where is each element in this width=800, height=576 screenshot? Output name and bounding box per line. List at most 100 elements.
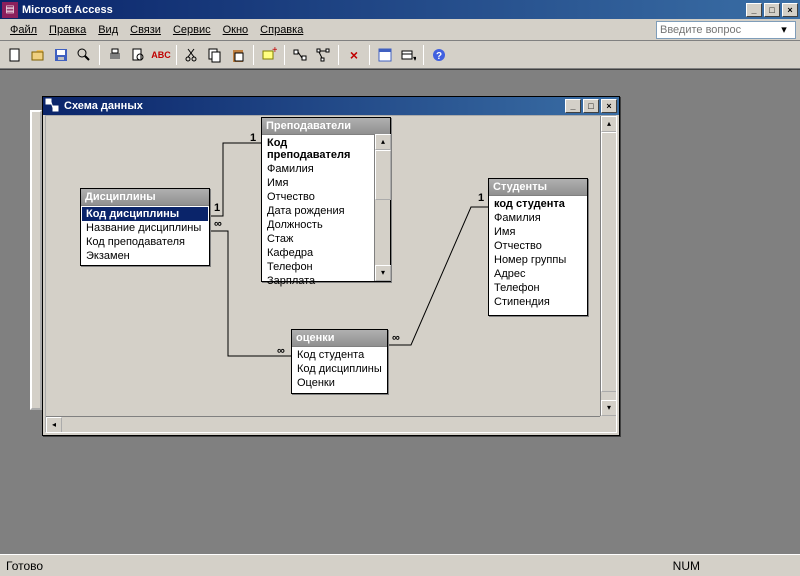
field-item[interactable]: Дата рождения (263, 204, 373, 218)
background-window[interactable] (30, 110, 42, 410)
open-button[interactable] (27, 44, 49, 66)
vertical-scrollbar[interactable]: ▴ ▾ (600, 116, 616, 416)
statusbar: Готово NUM (0, 554, 800, 576)
rel-many-label: ∞ (277, 345, 285, 357)
question-input[interactable] (657, 24, 777, 36)
horizontal-scrollbar[interactable]: ◂ ▸ (46, 416, 600, 432)
field-item[interactable]: Отчество (263, 190, 373, 204)
scroll-up-icon[interactable]: ▴ (375, 134, 391, 150)
db-window-button[interactable] (374, 44, 396, 66)
field-item[interactable]: Оценки (293, 376, 386, 390)
print-button[interactable] (104, 44, 126, 66)
field-item[interactable]: Стипендия (490, 295, 586, 309)
save-button[interactable] (50, 44, 72, 66)
field-item[interactable]: Кафедра (263, 246, 373, 260)
field-item[interactable]: Код преподавателя (82, 235, 208, 249)
menu-file[interactable]: Файл (4, 22, 43, 38)
menu-window[interactable]: Окно (217, 22, 255, 38)
dropdown-icon[interactable]: ▾ (777, 23, 791, 36)
scroll-left-icon[interactable]: ◂ (46, 417, 62, 433)
paste-button[interactable] (227, 44, 249, 66)
cut-button[interactable] (181, 44, 203, 66)
copy-button[interactable] (204, 44, 226, 66)
app-titlebar: ▤ Microsoft Access _ □ × (0, 0, 800, 19)
question-box[interactable]: ▾ (656, 21, 796, 39)
schema-minimize-button[interactable]: _ (565, 99, 581, 113)
field-item[interactable]: Код студента (293, 348, 386, 362)
field-item[interactable]: Экзамен (82, 249, 208, 263)
table-students[interactable]: Студенты код студента Фамилия Имя Отчест… (488, 178, 588, 316)
app-title: Microsoft Access (22, 4, 746, 16)
field-item[interactable]: Код дисциплины (82, 207, 208, 221)
field-item[interactable]: Имя (490, 225, 586, 239)
field-item[interactable]: Код дисциплины (293, 362, 386, 376)
scroll-thumb[interactable] (601, 132, 617, 392)
field-item[interactable]: Имя (263, 176, 373, 190)
show-direct-button[interactable] (289, 44, 311, 66)
preview-button[interactable] (127, 44, 149, 66)
close-button[interactable]: × (782, 3, 798, 17)
schema-maximize-button[interactable]: □ (583, 99, 599, 113)
field-item[interactable]: код студента (490, 197, 586, 211)
menu-edit[interactable]: Правка (43, 22, 92, 38)
search-button[interactable] (73, 44, 95, 66)
scroll-thumb[interactable] (375, 150, 391, 200)
show-all-button[interactable] (312, 44, 334, 66)
svg-text:?: ? (436, 51, 442, 62)
menu-view[interactable]: Вид (92, 22, 124, 38)
field-item[interactable]: Фамилия (263, 162, 373, 176)
field-item[interactable]: Адрес (490, 267, 586, 281)
new-button[interactable] (4, 44, 26, 66)
field-item[interactable]: Название дисциплины (82, 221, 208, 235)
menu-tools[interactable]: Сервис (167, 22, 217, 38)
spell-button[interactable]: ABC (150, 44, 172, 66)
schema-canvas[interactable]: 1 1 ∞ ∞ ∞ 1 Дисциплины Код дисциплины На… (46, 116, 600, 416)
menu-relationships[interactable]: Связи (124, 22, 167, 38)
field-item[interactable]: Номер группы (490, 253, 586, 267)
minimize-button[interactable]: _ (746, 3, 762, 17)
field-item[interactable]: Зарплата (263, 274, 373, 288)
menu-help[interactable]: Справка (254, 22, 309, 38)
new-object-button[interactable]: ▾ (397, 44, 419, 66)
scroll-up-icon[interactable]: ▴ (601, 116, 617, 132)
table-title-grades[interactable]: оценки (292, 330, 387, 347)
field-item[interactable]: Стаж (263, 232, 373, 246)
status-text: Готово (6, 559, 43, 573)
svg-text:▾: ▾ (413, 54, 416, 63)
workspace: Схема данных _ □ × 1 1 ∞ ∞ ∞ 1 (0, 69, 800, 554)
table-teachers[interactable]: Преподаватели Код преподавателя Фамилия … (261, 117, 391, 282)
num-lock-indicator: NUM (673, 559, 700, 573)
table-title-teachers[interactable]: Преподаватели (262, 118, 390, 135)
toolbar: ABC + × ▾ ? (0, 41, 800, 69)
field-item[interactable]: Фамилия (490, 211, 586, 225)
field-item[interactable]: Код преподавателя (263, 136, 373, 162)
table-title-disciplines[interactable]: Дисциплины (81, 189, 209, 206)
field-item[interactable]: Телефон (490, 281, 586, 295)
table-title-students[interactable]: Студенты (489, 179, 587, 196)
field-item[interactable]: Отчество (490, 239, 586, 253)
rel-many-label: ∞ (392, 332, 400, 344)
schema-titlebar[interactable]: Схема данных _ □ × (43, 97, 619, 115)
schema-close-button[interactable]: × (601, 99, 617, 113)
table-disciplines[interactable]: Дисциплины Код дисциплины Название дисци… (80, 188, 210, 266)
svg-text:+: + (272, 47, 277, 56)
add-table-button[interactable]: + (258, 44, 280, 66)
scroll-down-icon[interactable]: ▾ (601, 400, 617, 416)
rel-many-label: ∞ (214, 218, 222, 230)
field-item[interactable]: Телефон (263, 260, 373, 274)
maximize-button[interactable]: □ (764, 3, 780, 17)
menubar: Файл Правка Вид Связи Сервис Окно Справк… (0, 19, 800, 41)
help-button[interactable]: ? (428, 44, 450, 66)
field-item[interactable]: Должность (263, 218, 373, 232)
table-grades[interactable]: оценки Код студента Код дисциплины Оценк… (291, 329, 388, 394)
access-icon: ▤ (2, 2, 18, 18)
schema-title-text: Схема данных (64, 100, 565, 112)
scroll-down-icon[interactable]: ▾ (375, 265, 391, 281)
delete-button[interactable]: × (343, 44, 365, 66)
rel-one-label: 1 (214, 202, 220, 214)
schema-icon (45, 98, 61, 114)
schema-window: Схема данных _ □ × 1 1 ∞ ∞ ∞ 1 (42, 96, 620, 436)
rel-one-label: 1 (478, 192, 484, 204)
rel-one-label: 1 (250, 132, 256, 144)
table-scrollbar[interactable]: ▴ ▾ (374, 134, 390, 281)
